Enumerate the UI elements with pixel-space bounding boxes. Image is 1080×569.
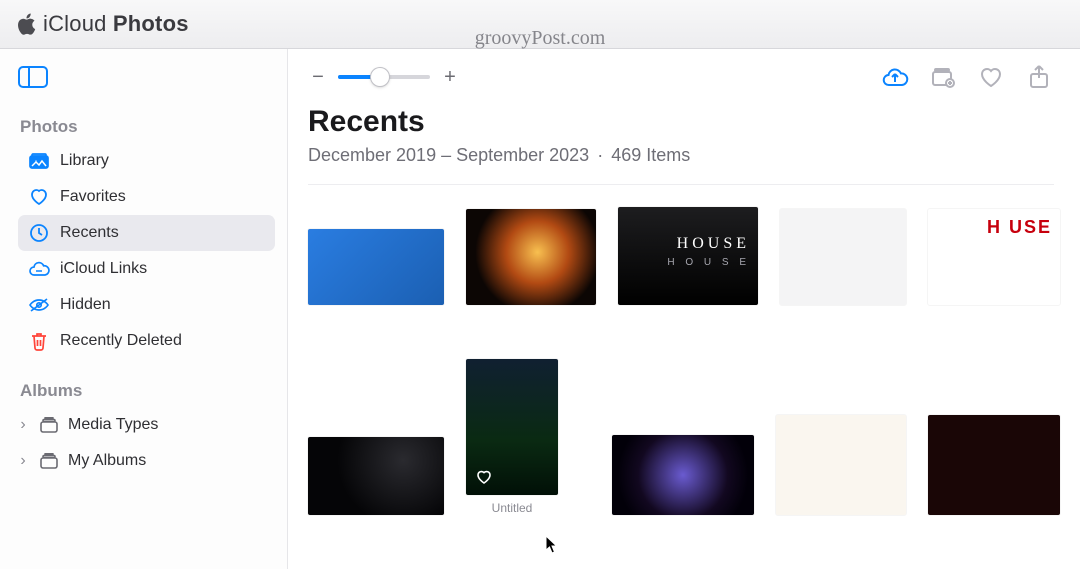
sidebar-item-hidden[interactable]: Hidden bbox=[18, 287, 275, 323]
sidebar-item-label: Media Types bbox=[68, 416, 158, 434]
photo-thumbnail[interactable]: HOUSEH O U S E bbox=[618, 207, 758, 305]
sidebar-section-photos: Photos bbox=[12, 109, 275, 143]
photo-thumbnail[interactable] bbox=[928, 415, 1060, 515]
album-stack-icon bbox=[38, 453, 60, 469]
favorite-button[interactable] bbox=[976, 62, 1006, 92]
eye-slash-icon bbox=[28, 297, 50, 313]
watermark-text: groovyPost.com bbox=[475, 27, 606, 50]
sidebar-item-label: Recently Deleted bbox=[60, 332, 182, 350]
page-title: Recents bbox=[308, 105, 1054, 139]
sidebar-item-label: Favorites bbox=[60, 188, 126, 206]
photo-thumbnail[interactable] bbox=[776, 415, 906, 515]
sidebar-item-label: Library bbox=[60, 152, 109, 170]
thumb-text: H USE bbox=[987, 217, 1052, 238]
sidebar-section-albums: Albums bbox=[12, 373, 275, 407]
app-header: iCloud Photos groovyPost.com bbox=[0, 0, 1080, 49]
photo-thumbnail[interactable] bbox=[780, 209, 906, 305]
sidebar-toggle-icon[interactable] bbox=[18, 66, 48, 88]
chevron-right-icon: › bbox=[16, 452, 30, 470]
sidebar-item-recents[interactable]: Recents bbox=[18, 215, 275, 251]
upload-button[interactable] bbox=[880, 62, 910, 92]
sidebar-item-label: Hidden bbox=[60, 296, 111, 314]
photo-thumbnail[interactable] bbox=[466, 209, 596, 305]
photo-grid: HOUSEH O U S E H USE Untitled bbox=[288, 185, 1080, 549]
clock-icon bbox=[28, 223, 50, 243]
heart-icon bbox=[28, 188, 50, 206]
sidebar: Photos Library Favorites Recents iCloud … bbox=[0, 49, 288, 569]
sidebar-item-label: My Albums bbox=[68, 452, 146, 470]
sidebar-item-label: Recents bbox=[60, 224, 119, 242]
zoom-control: − + bbox=[308, 67, 460, 87]
zoom-slider[interactable] bbox=[338, 75, 430, 79]
photo-thumbnail[interactable] bbox=[612, 435, 754, 515]
thumb-text: HOUSE bbox=[677, 235, 750, 253]
photo-thumbnail[interactable] bbox=[308, 229, 444, 305]
share-button[interactable] bbox=[1024, 62, 1054, 92]
zoom-out-button[interactable]: − bbox=[308, 67, 328, 87]
toolbar: − + bbox=[288, 49, 1080, 105]
trash-icon bbox=[28, 331, 50, 351]
add-to-album-button[interactable] bbox=[928, 62, 958, 92]
title-block: Recents December 2019 – September 2023·4… bbox=[308, 105, 1054, 185]
cloud-link-icon bbox=[28, 261, 50, 277]
photo-thumbnail[interactable] bbox=[308, 437, 444, 515]
sidebar-item-favorites[interactable]: Favorites bbox=[18, 179, 275, 215]
sidebar-item-media-types[interactable]: › Media Types bbox=[12, 407, 275, 443]
sidebar-item-label: iCloud Links bbox=[60, 260, 147, 278]
photo-thumbnail[interactable]: H USE bbox=[928, 209, 1060, 305]
sidebar-item-my-albums[interactable]: › My Albums bbox=[12, 443, 275, 479]
page-subtitle: December 2019 – September 2023·469 Items bbox=[308, 145, 1054, 166]
album-stack-icon bbox=[38, 417, 60, 433]
sidebar-item-recently-deleted[interactable]: Recently Deleted bbox=[18, 323, 275, 359]
header-title: iCloud Photos bbox=[43, 11, 189, 37]
chevron-right-icon: › bbox=[16, 416, 30, 434]
heart-outline-icon bbox=[474, 467, 494, 487]
photo-caption: Untitled bbox=[492, 501, 533, 515]
sidebar-item-icloud-links[interactable]: iCloud Links bbox=[18, 251, 275, 287]
sidebar-item-library[interactable]: Library bbox=[18, 143, 275, 179]
library-icon bbox=[28, 153, 50, 169]
apple-logo-icon bbox=[16, 12, 37, 36]
photo-thumbnail[interactable] bbox=[466, 359, 558, 495]
zoom-in-button[interactable]: + bbox=[440, 67, 460, 87]
main-content: − + Recents December 2019 – September 20… bbox=[288, 49, 1080, 569]
